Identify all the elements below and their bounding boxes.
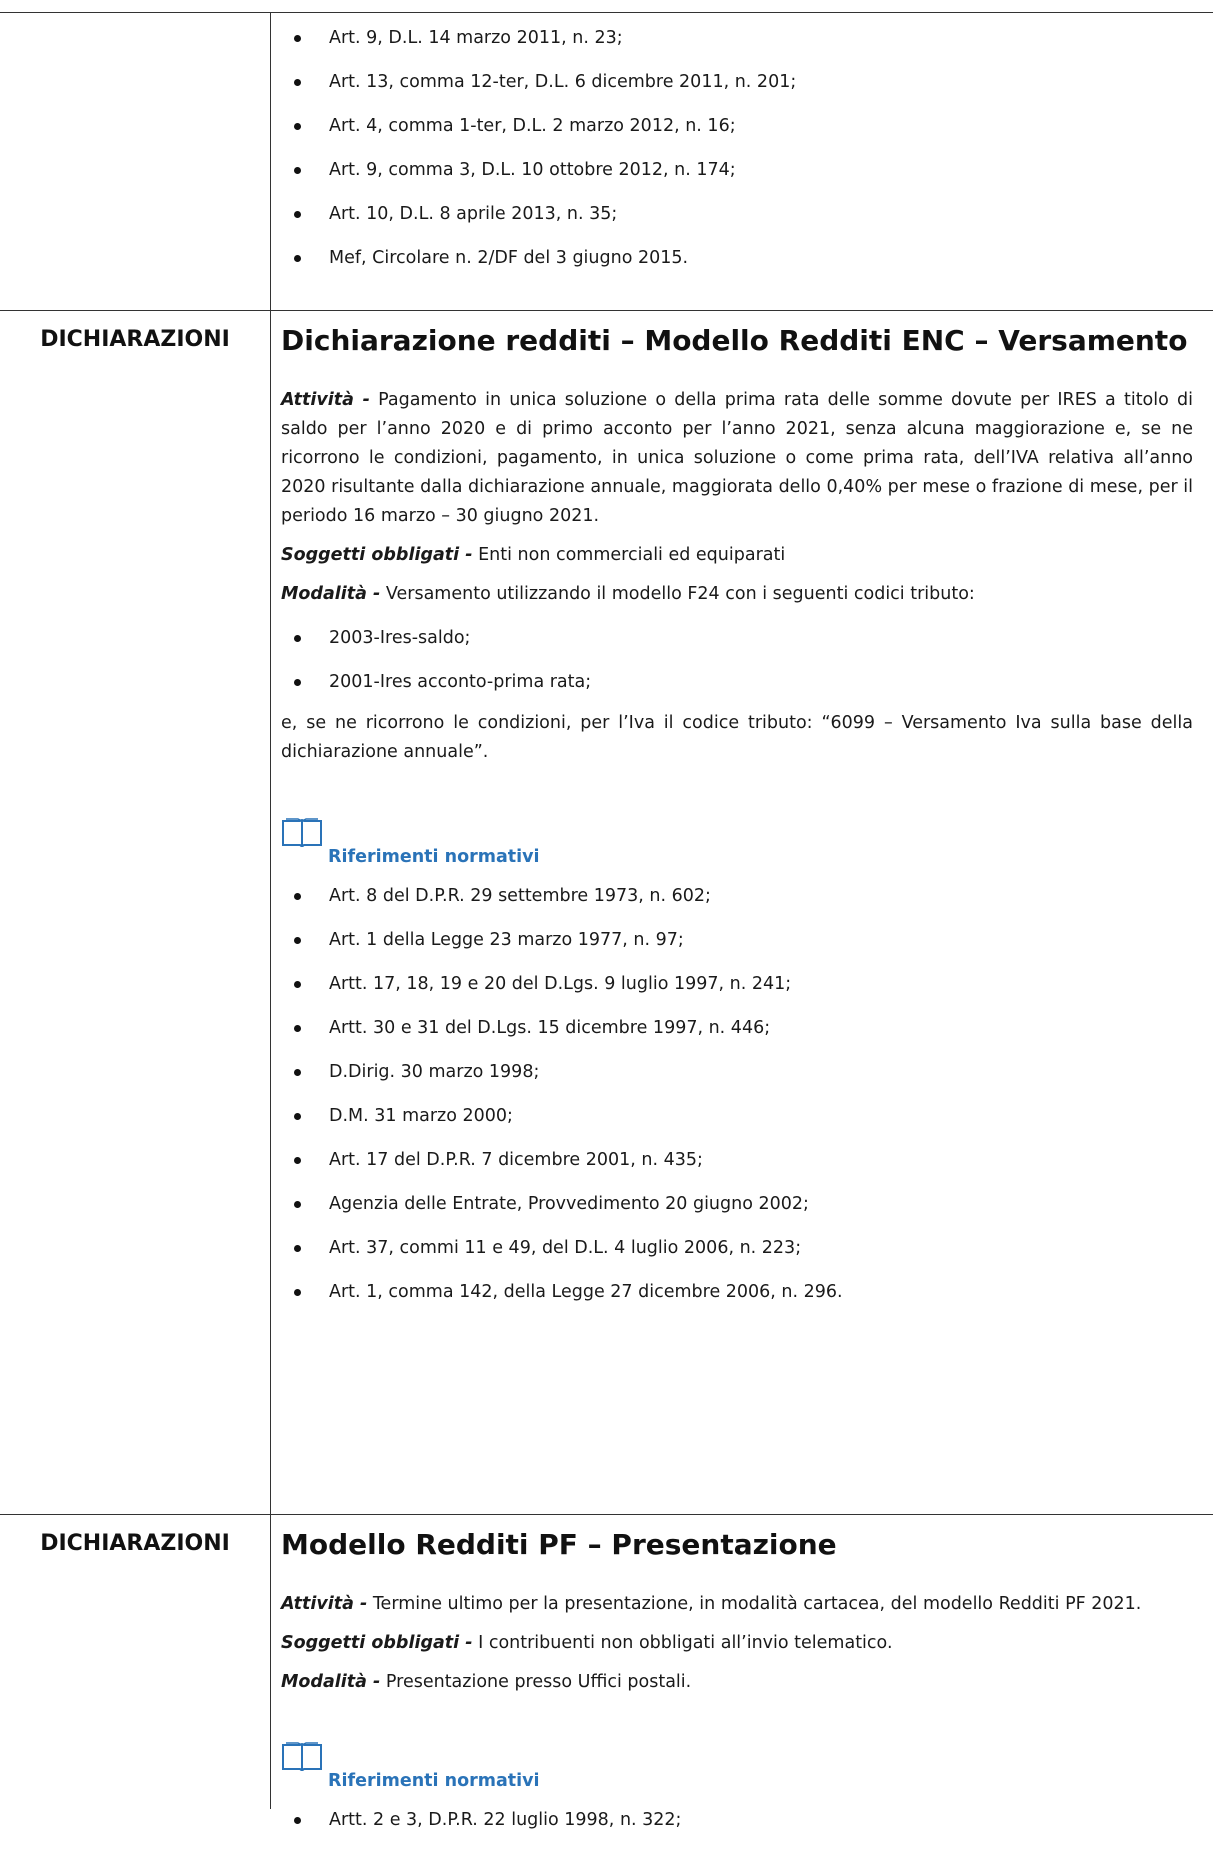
mode-text: Versamento utilizzando il modello F24 co… <box>385 584 975 604</box>
references-title: Riferimenti normativi <box>328 1771 540 1791</box>
list-item: Mef, Circolare n. 2/DF del 3 giugno 2015… <box>281 247 1193 269</box>
reference-list: Artt. 2 e 3, D.P.R. 22 luglio 1998, n. 3… <box>281 1809 1193 1831</box>
mode-paragraph: Modalità - Presentazione presso Uffici p… <box>281 1668 1193 1697</box>
open-book-icon <box>282 1742 322 1771</box>
list-item: Artt. 17, 18, 19 e 20 del D.Lgs. 9 lugli… <box>281 973 1193 995</box>
subjects-label: Soggetti obbligati - <box>281 1633 473 1653</box>
list-item: 2001-Ires acconto-prima rata; <box>281 671 1193 693</box>
subjects-text: I contribuenti non obbligati all’invio t… <box>478 1633 893 1653</box>
open-book-icon <box>282 818 322 847</box>
list-item: Art. 9, comma 3, D.L. 10 ottobre 2012, n… <box>281 159 1193 181</box>
references-title: Riferimenti normativi <box>328 847 540 867</box>
section-title: Modello Redditi PF – Presentazione <box>281 1528 837 1561</box>
references-header: Riferimenti normativi <box>281 817 1193 875</box>
list-item: Art. 13, comma 12-ter, D.L. 6 dicembre 2… <box>281 71 1193 93</box>
deadline-section: Dichiarazione redditi – Modello Redditi … <box>281 324 1193 1325</box>
activity-text: Termine ultimo per la presentazione, in … <box>372 1594 1142 1614</box>
list-item: Art. 1 della Legge 23 marzo 1977, n. 97; <box>281 929 1193 951</box>
activity-paragraph: Attività - Termine ultimo per la present… <box>281 1590 1193 1619</box>
subjects-paragraph: Soggetti obbligati - Enti non commercial… <box>281 541 1193 570</box>
section-divider <box>0 310 1213 311</box>
list-item: Art. 1, comma 142, della Legge 27 dicemb… <box>281 1281 1193 1303</box>
deadline-section: Modello Redditi PF – Presentazione Attiv… <box>281 1528 1193 1853</box>
section-divider <box>0 1514 1213 1515</box>
mode-paragraph: Modalità - Versamento utilizzando il mod… <box>281 580 1193 609</box>
mode-text: Presentazione presso Uffici postali. <box>385 1672 692 1692</box>
tax-code-list: 2003-Ires-saldo; 2001-Ires acconto-prima… <box>281 627 1193 693</box>
list-item: Art. 4, comma 1-ter, D.L. 2 marzo 2012, … <box>281 115 1193 137</box>
mode-label: Modalità - <box>281 584 381 604</box>
activity-label: Attività - <box>281 1594 368 1614</box>
list-item: Art. 17 del D.P.R. 7 dicembre 2001, n. 4… <box>281 1149 1193 1171</box>
note-paragraph: e, se ne ricorrono le condizioni, per l’… <box>281 713 1193 762</box>
activity-label: Attività - <box>281 390 370 410</box>
list-item: D.Dirig. 30 marzo 1998; <box>281 1061 1193 1083</box>
subjects-paragraph: Soggetti obbligati - I contribuenti non … <box>281 1629 1193 1658</box>
references-header: Riferimenti normativi <box>281 1741 1193 1799</box>
list-item: Art. 10, D.L. 8 aprile 2013, n. 35; <box>281 203 1193 225</box>
activity-paragraph: Attività - Pagamento in unica soluzione … <box>281 386 1193 531</box>
subjects-label: Soggetti obbligati - <box>281 545 473 565</box>
continued-references: Art. 9, D.L. 14 marzo 2011, n. 23; Art. … <box>281 27 1193 291</box>
list-item: Art. 37, commi 11 e 49, del D.L. 4 lugli… <box>281 1237 1193 1259</box>
list-item: Art. 9, D.L. 14 marzo 2011, n. 23; <box>281 27 1193 49</box>
reference-list: Art. 9, D.L. 14 marzo 2011, n. 23; Art. … <box>281 27 1193 269</box>
table-top-border <box>0 12 1213 13</box>
list-item: 2003-Ires-saldo; <box>281 627 1193 649</box>
category-label: DICHIARAZIONI <box>40 1531 230 1556</box>
reference-list: Art. 8 del D.P.R. 29 settembre 1973, n. … <box>281 885 1193 1303</box>
activity-text: Pagamento in unica soluzione o della pri… <box>281 390 1193 526</box>
list-item: Artt. 2 e 3, D.P.R. 22 luglio 1998, n. 3… <box>281 1809 1193 1831</box>
mode-label: Modalità - <box>281 1672 381 1692</box>
section-title: Dichiarazione redditi – Modello Redditi … <box>281 324 1188 357</box>
category-label: DICHIARAZIONI <box>40 327 230 352</box>
list-item: Artt. 30 e 31 del D.Lgs. 15 dicembre 199… <box>281 1017 1193 1039</box>
subjects-text: Enti non commerciali ed equiparati <box>478 545 786 565</box>
list-item: D.M. 31 marzo 2000; <box>281 1105 1193 1127</box>
list-item: Agenzia delle Entrate, Provvedimento 20 … <box>281 1193 1193 1215</box>
column-divider <box>270 12 271 1809</box>
list-item: Art. 8 del D.P.R. 29 settembre 1973, n. … <box>281 885 1193 907</box>
